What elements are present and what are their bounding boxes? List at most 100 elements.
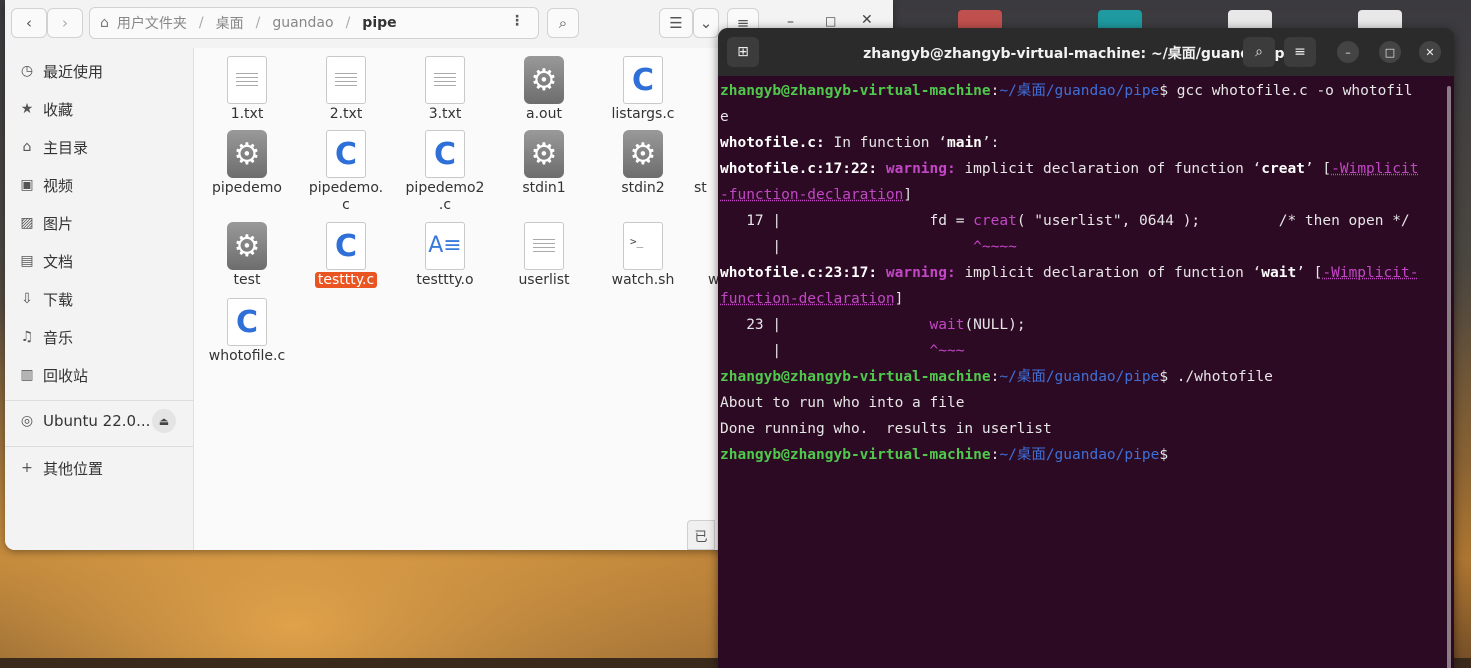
file-item[interactable]: 3.txt <box>397 50 493 123</box>
file-item[interactable]: 2.txt <box>298 50 394 123</box>
file-item[interactable]: Cwhotofile.c <box>199 292 295 365</box>
file-item[interactable]: >_ watch.sh <box>595 216 691 289</box>
sidebar-item-other-locations[interactable]: + 其他位置 <box>5 449 193 487</box>
path-segment-guandao[interactable]: guandao <box>270 15 335 31</box>
sidebar-item-music[interactable]: ♫ 音乐 <box>5 318 193 356</box>
c-source-icon: C <box>326 130 366 178</box>
file-item-selected[interactable]: Ctesttty.c <box>298 216 394 289</box>
gear-icon: ⚙ <box>227 130 267 178</box>
file-name: pipedemo. c <box>308 180 384 213</box>
error-location: whotofile.c:17:22: <box>720 161 878 177</box>
file-item[interactable]: Cpipedemo2 .c <box>397 124 493 214</box>
sidebar-item-home[interactable]: ⌂ 主目录 <box>5 128 193 166</box>
file-name: 1.txt <box>230 106 264 122</box>
terminal-line: About to run who into a file <box>720 395 965 411</box>
terminal-line: -function-declaration] <box>720 182 1444 208</box>
sidebar-item-videos[interactable]: ▣ 视频 <box>5 166 193 204</box>
terminal-line: Done running who. results in userlist <box>720 421 1052 437</box>
c-source-icon: C <box>425 130 465 178</box>
file-item[interactable]: userlist <box>496 216 592 289</box>
file-item[interactable]: ⚙ pipedemo <box>199 124 295 197</box>
menu-button[interactable]: ≡ <box>1284 37 1316 67</box>
path-menu-icon[interactable]: ⋮ <box>510 13 524 29</box>
line-number: 17 | <box>720 213 790 229</box>
highlighted-code: creat <box>973 213 1017 229</box>
gear-icon: ⚙ <box>524 130 564 178</box>
sidebar-item-recent[interactable]: ◷ 最近使用 <box>5 52 193 90</box>
error-location: whotofile.c: <box>720 135 825 151</box>
warning-flag[interactable]: -Wimplicit- <box>1322 265 1418 281</box>
file-item[interactable]: ⚙ a.out <box>496 50 592 123</box>
view-options-button[interactable]: ⌄ <box>693 8 719 38</box>
sidebar-item-volume[interactable]: ◎ Ubuntu 22.0... ⏏ <box>5 402 193 440</box>
file-item[interactable]: st <box>694 124 714 197</box>
path-segment-desktop[interactable]: 桌面 <box>214 13 246 33</box>
prompt-user: zhangyb@zhangyb-virtual-machine <box>720 369 991 385</box>
sidebar-item-downloads[interactable]: ⇩ 下载 <box>5 280 193 318</box>
sidebar: ◷ 最近使用 ★ 收藏 ⌂ 主目录 ▣ 视频 ▨ 图片 ▤ 文档 ⇩ 下载 ♫ 音乐 ▥ 回收站 … <box>5 48 194 550</box>
terminal-line: zhangyb@zhangyb-virtual-machine:~/桌面/gua… <box>720 83 1413 99</box>
terminal-scrollbar[interactable] <box>1447 86 1451 668</box>
prompt-user: zhangyb@zhangyb-virtual-machine <box>720 83 991 99</box>
file-item[interactable]: 1.txt <box>199 50 295 123</box>
file-name: stdin2 <box>621 180 665 196</box>
status-chip: 已 <box>687 520 715 550</box>
caret-marker: ^~~~~ <box>789 239 1017 255</box>
file-name: 3.txt <box>428 106 462 122</box>
sidebar-item-starred[interactable]: ★ 收藏 <box>5 90 193 128</box>
gutter: | <box>720 239 790 255</box>
sidebar-item-pictures[interactable]: ▨ 图片 <box>5 204 193 242</box>
message-text: ’ [ <box>1304 161 1332 177</box>
maximize-icon[interactable]: □ <box>825 14 836 28</box>
sidebar-divider <box>5 400 193 401</box>
file-item[interactable]: ⚙ stdin1 <box>496 124 592 197</box>
warning-flag[interactable]: -Wimplicit <box>1331 161 1418 177</box>
file-name: st <box>694 180 707 196</box>
file-name: whotofile.c <box>208 348 286 364</box>
file-item[interactable]: Clistargs.c <box>595 50 691 123</box>
search-button[interactable]: ⌕ <box>547 8 579 38</box>
home-icon: ⌂ <box>100 15 109 31</box>
back-button[interactable]: ‹ <box>11 8 47 38</box>
sidebar-divider <box>5 446 193 447</box>
path-segment-home[interactable]: 用户文件夹 <box>115 13 189 33</box>
close-icon[interactable]: ✕ <box>861 12 873 28</box>
prompt-path: ~/桌面/guandao/pipe <box>999 83 1160 99</box>
forward-button[interactable]: › <box>47 8 83 38</box>
file-name: testtty.c <box>314 272 378 288</box>
warning-flag[interactable]: function-declaration <box>720 291 895 307</box>
maximize-button[interactable]: □ <box>1379 41 1401 63</box>
path-separator: / <box>198 15 204 31</box>
prompt-path: ~/桌面/guandao/pipe <box>999 369 1160 385</box>
sidebar-item-label: 视频 <box>43 176 74 195</box>
sidebar-item-label: 文档 <box>43 252 74 271</box>
command-text: gcc whotofile.c -o whotofil <box>1176 83 1413 99</box>
eject-icon[interactable]: ⏏ <box>152 409 176 433</box>
warning-flag[interactable]: -function-declaration <box>720 187 903 203</box>
sidebar-item-trash[interactable]: ▥ 回收站 <box>5 356 193 394</box>
file-item[interactable]: A≡ testtty.o <box>397 216 493 289</box>
sidebar-item-label: 其他位置 <box>43 459 104 478</box>
path-segment-pipe[interactable]: pipe <box>360 15 398 31</box>
terminal-line: | ^~~~ <box>720 338 1444 364</box>
file-item[interactable]: ⚙ test <box>199 216 295 289</box>
file-item[interactable]: Cpipedemo. c <box>298 124 394 214</box>
file-item[interactable]: ⚙ stdin2 <box>595 124 691 197</box>
close-button[interactable]: ✕ <box>1419 41 1441 63</box>
minimize-button[interactable]: – <box>1337 41 1359 63</box>
music-icon: ♫ <box>20 329 34 345</box>
command-text: ./whotofile <box>1176 369 1273 385</box>
line-number: 23 | <box>720 317 790 333</box>
view-toggle-button[interactable]: ☰ <box>659 8 693 38</box>
text-file-icon <box>524 222 564 270</box>
sidebar-item-documents[interactable]: ▤ 文档 <box>5 242 193 280</box>
terminal-header: ⊞ zhangyb@zhangyb-virtual-machine: ~/桌面/… <box>718 28 1454 76</box>
search-button[interactable]: ⌕ <box>1243 37 1275 67</box>
path-bar[interactable]: ⌂ 用户文件夹 / 桌面 / guandao / pipe ⋮ <box>89 7 539 39</box>
trash-icon: ▥ <box>20 367 34 383</box>
disk-icon: ◎ <box>20 413 34 429</box>
gear-icon: ⚙ <box>227 222 267 270</box>
code-text: ( "userlist", 0644 ); /* then open */ <box>1016 213 1410 229</box>
terminal-output[interactable]: zhangyb@zhangyb-virtual-machine:~/桌面/gua… <box>720 78 1444 668</box>
object-file-icon: A≡ <box>425 222 465 270</box>
